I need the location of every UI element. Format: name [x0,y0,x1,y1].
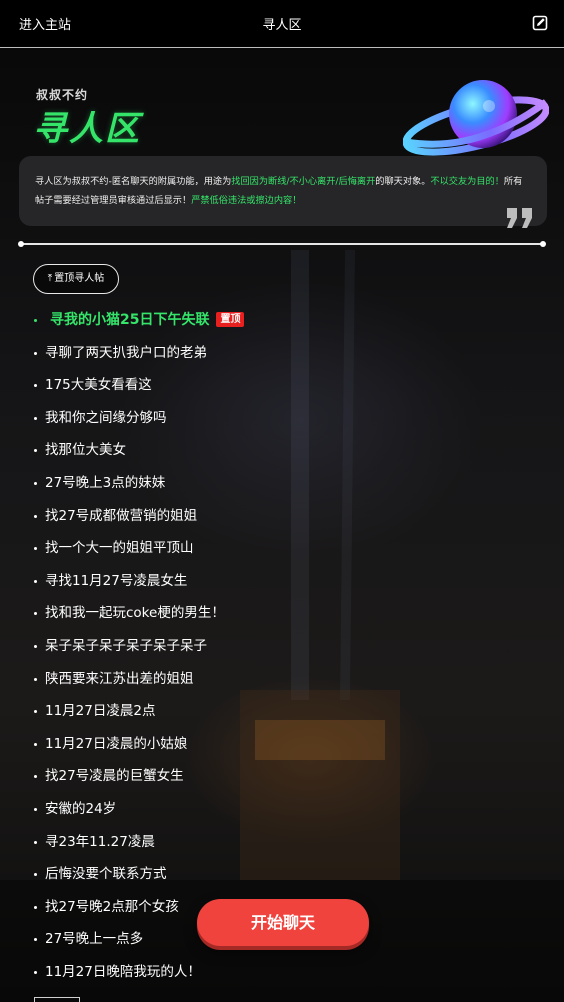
divider [18,241,546,247]
list-item[interactable]: 175大美女看看这 [0,369,564,402]
post-list: 寻我的小猫25日下午失联 置顶 寻聊了两天扒我户口的老弟 175大美女看看这 我和… [0,304,564,988]
section-title: 寻人区 [33,109,141,149]
top-bar: 进入主站 寻人区 [0,0,564,48]
list-item[interactable]: 找和我一起玩coke梗的男生！ [0,597,564,630]
list-item[interactable]: 找27号凌晨的巨蟹女生 [0,760,564,793]
divider-dot-right [540,241,546,247]
intro-text-2: 的聊天对象。 [375,176,431,187]
pinned-post-title: 寻我的小猫25日下午失联 [50,312,210,328]
intro-card: 寻人区为叔叔不约-匿名聊天的附属功能，用途为找回因为断线/不小心离开/后悔离开的… [19,156,547,228]
list-item[interactable]: 后悔没要个联系方式 [0,858,564,891]
start-chat-button[interactable]: 开始聊天 [197,899,369,946]
list-item[interactable]: 安徽的24岁 [0,793,564,826]
list-item[interactable]: 11月27日凌晨的小姑娘 [0,728,564,761]
list-item[interactable]: 寻聊了两天扒我户口的老弟 [0,337,564,370]
list-item[interactable]: 11月27日凌晨2点 [0,695,564,728]
list-item[interactable]: 找27号成都做营销的姐姐 [0,500,564,533]
list-item[interactable]: 27号晚上3点的妹妹 [0,467,564,500]
pin-post-button[interactable]: ⤒ 置顶寻人帖 [33,264,119,294]
list-item[interactable]: 寻找11月27号凌晨女生 [0,565,564,598]
list-item[interactable]: 陕西要来江苏出差的姐姐 [0,663,564,696]
edit-icon[interactable] [532,15,548,31]
pinned-badge: 置顶 [216,312,245,327]
list-item[interactable]: 11月27日晚陪我玩的人！ [0,956,564,989]
list-item[interactable]: 找一个大一的姐姐平顶山 [0,532,564,565]
list-item[interactable]: 找那位大美女 [0,434,564,467]
intro-text-1: 寻人区为叔叔不约-匿名聊天的附属功能，用途为 [35,176,232,187]
planet-icon [403,80,549,156]
intro-highlight-1: 找回因为断线/不小心离开/后悔离开 [231,176,376,187]
divider-dot-left [18,241,24,247]
pin-post-label: 置顶寻人帖 [54,273,105,284]
list-item[interactable]: 寻23年11.27凌晨 [0,826,564,859]
list-item[interactable]: 我和你之间缘分够吗 [0,402,564,435]
pin-arrow-icon: ⤒ [47,273,53,284]
pagination-button-partial[interactable] [34,997,80,1002]
list-item-pinned[interactable]: 寻我的小猫25日下午失联 置顶 [0,304,564,337]
quote-icon [507,208,532,228]
intro-highlight-3: 严禁低俗违法或擦边内容！ [191,195,302,206]
enter-main-site-link[interactable]: 进入主站 [19,14,71,33]
page-title: 寻人区 [262,18,302,33]
intro-highlight-2: 不以交友为目的！ [430,176,504,187]
list-item[interactable]: 呆子呆子呆子呆子呆子呆子 [0,630,564,663]
